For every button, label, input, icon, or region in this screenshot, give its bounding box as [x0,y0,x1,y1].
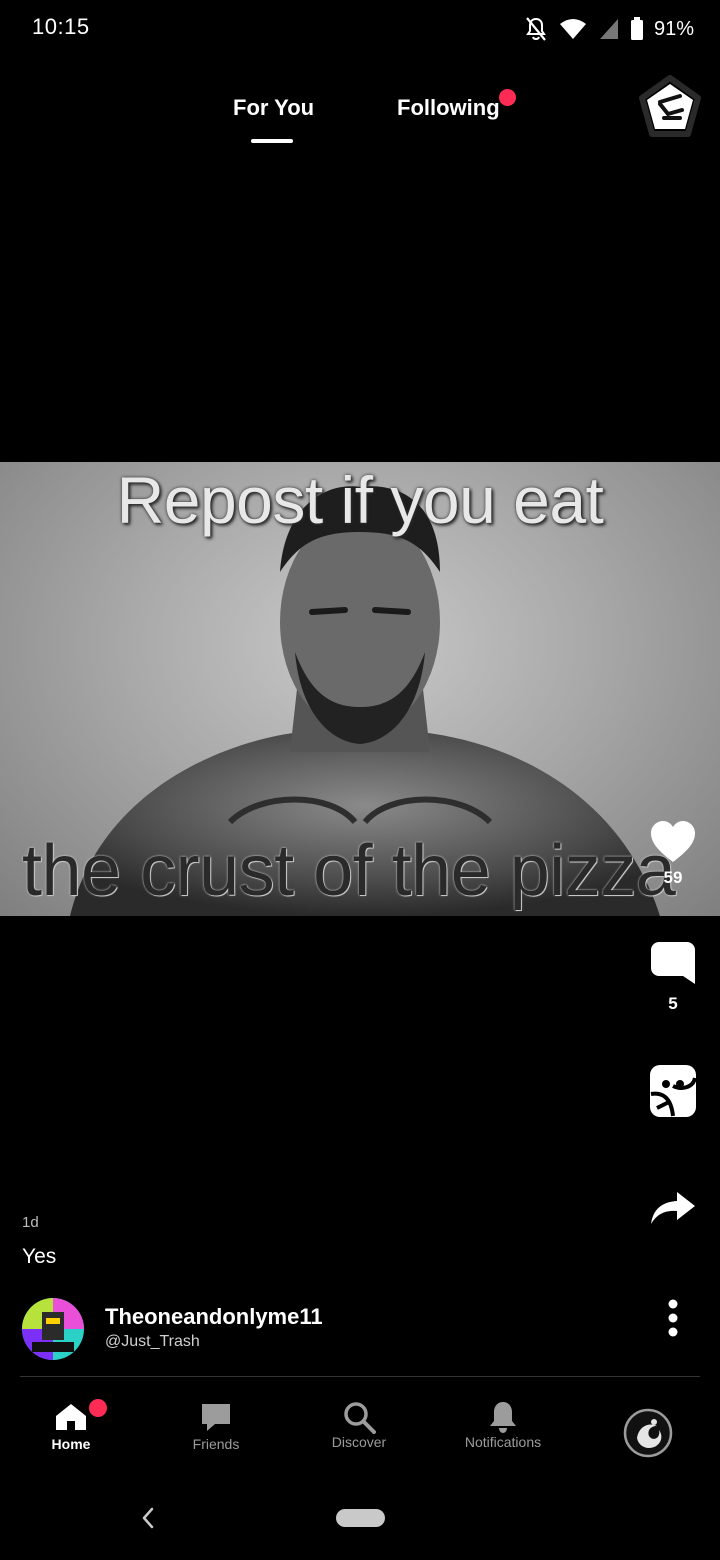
tab-following[interactable]: Following [397,95,500,121]
home-notification-dot [89,1399,107,1417]
post-media-image[interactable]: Repost if you eat the crust of the pizza [0,462,720,916]
status-time: 10:15 [32,14,90,39]
comment-count: 5 [668,994,678,1013]
nav-discover[interactable]: Discover [299,1402,419,1450]
following-notification-dot [499,89,516,106]
nav-discover-label: Discover [331,1434,387,1450]
avatar-image [22,1298,84,1360]
signal-icon [599,19,618,39]
like-button[interactable]: 59 [640,820,706,888]
comment-icon [651,942,695,984]
media-caption-bottom: the crust of the pizza [22,831,676,911]
active-tab-indicator [251,139,293,143]
post-age: 1d [22,1214,39,1231]
like-count: 59 [663,868,683,887]
status-icons: 91% [524,14,694,44]
media-caption-top: Repost if you eat [116,463,604,537]
nav-profile[interactable] [588,1408,708,1458]
nav-friends-label: Friends [192,1436,240,1452]
tab-for-you[interactable]: For You [233,95,314,121]
heart-icon [651,821,695,862]
battery-level: 91% [653,17,694,40]
system-back-icon[interactable] [138,1505,158,1531]
nav-home[interactable]: Home [11,1402,131,1452]
profile-avatar-icon [623,1408,673,1458]
author-name[interactable]: Theoneandonlyme11 [105,1304,323,1330]
bell-off-icon [526,17,546,41]
post-caption: Yes [22,1245,57,1268]
nav-notifications[interactable]: Notifications [443,1402,563,1450]
more-options-icon[interactable] [660,1298,686,1338]
search-icon [344,1402,376,1434]
system-home-pill[interactable] [336,1509,385,1527]
creator-tools-icon[interactable] [638,74,702,140]
author-handle[interactable]: @Just_Trash [105,1333,200,1351]
wifi-icon [559,19,586,39]
bell-icon [490,1402,516,1433]
home-icon [56,1404,86,1430]
nav-friends[interactable]: Friends [156,1402,276,1452]
nav-home-label: Home [51,1436,91,1452]
author-avatar[interactable] [22,1298,84,1360]
nav-notifications-label: Notifications [464,1434,542,1450]
repost-button[interactable] [640,1064,706,1118]
share-arrow-icon [651,1192,695,1224]
divider [20,1376,700,1377]
battery-icon [630,17,643,40]
chat-icon [202,1404,230,1431]
repost-icon [650,1065,697,1117]
comment-button[interactable]: 5 [640,940,706,1014]
share-button[interactable] [640,1190,706,1226]
